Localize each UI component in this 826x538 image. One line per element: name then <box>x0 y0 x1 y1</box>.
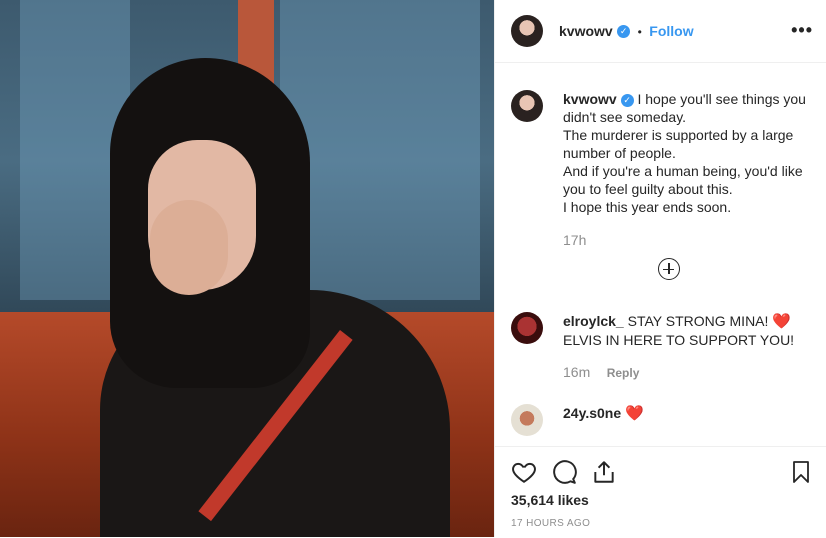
commenter-avatar[interactable] <box>511 404 543 436</box>
commenter-username[interactable]: elroylck_ <box>563 313 624 329</box>
comment-body-line: ELVIS IN HERE TO SUPPORT YOU! <box>563 332 795 348</box>
like-icon[interactable] <box>511 459 537 485</box>
caption-text: kvwowv ✓ I hope you'll see things you di… <box>563 90 823 216</box>
comment-text: 24y.s0ne ❤️ <box>563 404 823 423</box>
photo-window <box>280 0 480 300</box>
caption-line: And if you're a human being, you'd like … <box>563 163 803 197</box>
comment-text: elroylck_ STAY STRONG MINA! ❤️ ELVIS IN … <box>563 312 823 349</box>
header-separator: • <box>637 25 642 39</box>
likes-count[interactable]: 35,614 likes <box>511 492 589 508</box>
comment-time[interactable]: 16m <box>563 364 590 380</box>
author-username[interactable]: kvwowv <box>559 23 613 39</box>
comment-icon[interactable] <box>551 459 577 485</box>
photo-hand <box>150 200 228 295</box>
comment-body: STAY STRONG MINA! <box>627 313 769 329</box>
post-side-panel: kvwowv ✓ • Follow ••• kvwowv ✓ I hope yo… <box>494 0 826 537</box>
header-user-line: kvwowv ✓ • Follow <box>559 23 694 41</box>
post-header: kvwowv ✓ • Follow ••• <box>495 0 826 63</box>
heart-emoji: ❤️ <box>625 405 644 422</box>
share-icon[interactable] <box>591 459 617 485</box>
author-avatar[interactable] <box>511 15 543 47</box>
comments-section[interactable]: kvwowv ✓ I hope you'll see things you di… <box>495 63 826 445</box>
caption-time[interactable]: 17h <box>563 232 586 248</box>
post-photo[interactable] <box>0 0 494 537</box>
caption-avatar[interactable] <box>511 90 543 122</box>
save-icon[interactable] <box>789 459 813 485</box>
caption-username[interactable]: kvwowv <box>563 91 617 107</box>
commenter-username[interactable]: 24y.s0ne <box>563 405 621 421</box>
caption-line: The murderer is supported by a large num… <box>563 127 794 161</box>
caption-line: I hope this year ends soon. <box>563 199 732 215</box>
more-options-icon[interactable]: ••• <box>791 20 813 41</box>
verified-badge-icon: ✓ <box>617 25 631 39</box>
follow-button[interactable]: Follow <box>649 23 693 39</box>
heart-emoji: ❤️ <box>772 313 791 330</box>
comment-meta: 16m Reply <box>563 364 639 382</box>
reply-button[interactable]: Reply <box>607 366 640 380</box>
post-timestamp[interactable]: 17 HOURS AGO <box>511 518 590 529</box>
verified-badge-icon: ✓ <box>620 93 634 107</box>
load-more-comments-icon[interactable] <box>658 258 680 280</box>
commenter-avatar[interactable] <box>511 312 543 344</box>
post-actions: 35,614 likes 17 HOURS AGO <box>495 446 826 538</box>
